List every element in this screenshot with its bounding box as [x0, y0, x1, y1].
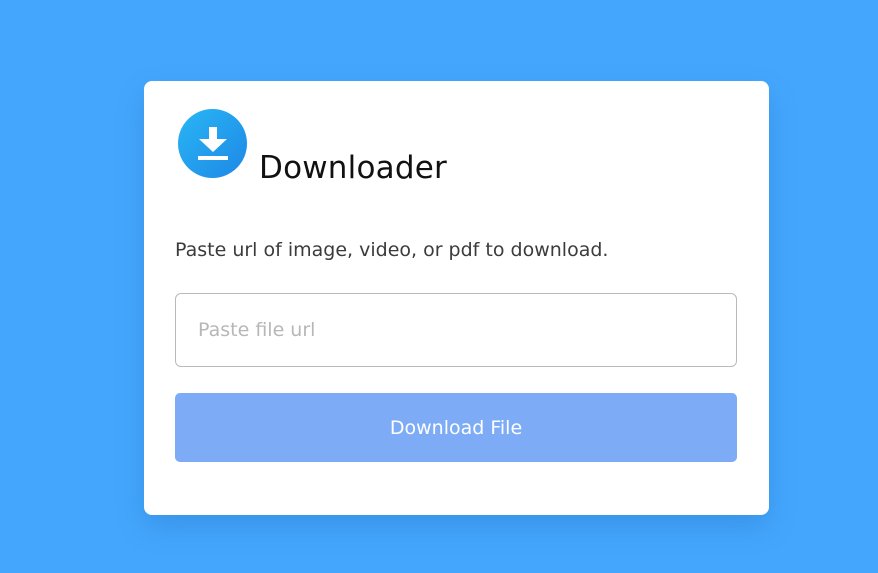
download-arrow-icon [197, 126, 228, 160]
download-icon [178, 109, 247, 178]
app-title: Downloader [259, 150, 447, 186]
file-url-input[interactable] [175, 293, 737, 367]
instructions-text: Paste url of image, video, or pdf to dow… [175, 239, 609, 261]
download-file-button[interactable]: Download File [175, 393, 737, 462]
downloader-card: Downloader Paste url of image, video, or… [144, 81, 769, 515]
